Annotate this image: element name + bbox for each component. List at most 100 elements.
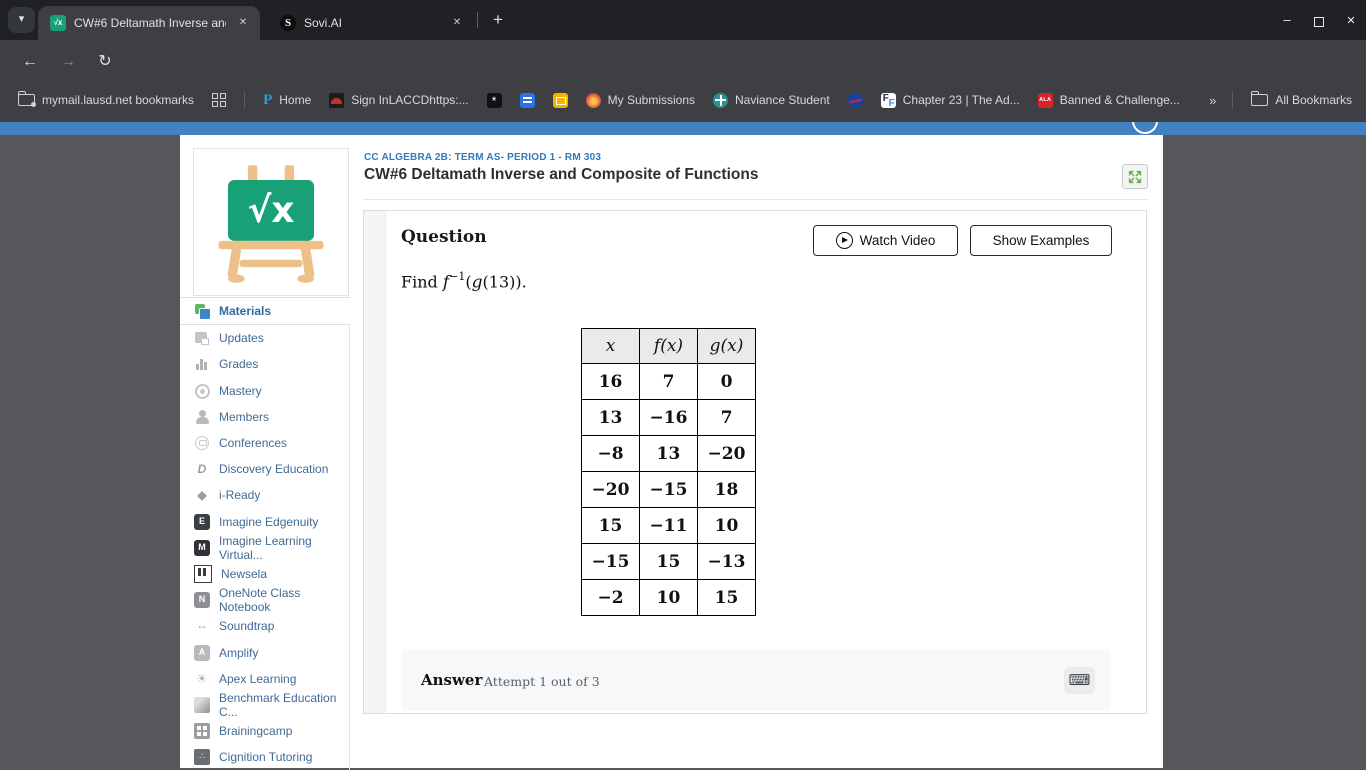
updates-icon <box>194 330 210 346</box>
course-logo-card[interactable]: √x <box>193 148 349 296</box>
sidebar-item-members[interactable]: Members <box>180 404 349 430</box>
minimize-window-button[interactable] <box>1278 11 1296 29</box>
col-header-fx: f(x) <box>639 328 698 364</box>
sidebar-item-grades[interactable]: Grades <box>180 351 349 377</box>
yellow-slides-icon <box>552 92 568 108</box>
bookmarks-divider <box>1232 92 1234 108</box>
deltamath-question-panel: Question Watch Video Show Examples Find … <box>363 210 1147 714</box>
bookmark-naviance[interactable]: Naviance Student <box>713 92 830 108</box>
folder-icon <box>1250 91 1269 106</box>
table-row: 16 7 0 <box>581 363 756 400</box>
sidebar-item-materials[interactable]: Materials <box>180 297 350 326</box>
reload-button[interactable] <box>93 50 117 74</box>
bookmark-home[interactable]: Home <box>263 92 311 109</box>
tab-deltamath[interactable]: CW#6 Deltamath Inverse and C <box>38 6 260 40</box>
sidebar-item-onenote[interactable]: N OneNote Class Notebook <box>180 586 349 614</box>
back-button[interactable] <box>18 50 42 74</box>
bookmark-icon-only-2[interactable] <box>519 92 535 108</box>
attempt-counter: Attempt 1 out of 3 <box>484 674 600 689</box>
schoology-header-bar <box>0 122 1366 135</box>
onenote-icon: N <box>194 592 210 609</box>
managed-folder-icon <box>17 91 36 107</box>
sidebar-item-imagine-learning-virtual[interactable]: M Imagine Learning Virtual... <box>180 534 349 562</box>
forward-button[interactable] <box>56 50 80 74</box>
avatar[interactable] <box>1132 122 1158 134</box>
members-icon <box>194 409 210 425</box>
chevron-down-icon: ▾ <box>18 13 25 25</box>
bookmark-managed-folder[interactable]: mymail.lausd.net bookmarks <box>17 91 194 107</box>
close-tab-icon[interactable] <box>448 14 466 32</box>
my-submissions-icon <box>585 92 601 108</box>
iready-cube-icon: ◆ <box>197 488 207 503</box>
table-row: −2 10 15 <box>581 579 756 616</box>
bookmarks-overflow-chevron[interactable]: » <box>1209 93 1216 108</box>
soundtrap-icon <box>194 618 210 634</box>
tab-sovi[interactable]: Sovi.AI <box>268 6 474 40</box>
answer-section[interactable]: Answer Attempt 1 out of 3 <box>401 650 1111 711</box>
course-breadcrumb[interactable]: CC ALGEBRA 2B: TERM AS- PERIOD 1 - RM 30… <box>364 152 601 163</box>
bookmark-chapter23[interactable]: Chapter 23 | The Ad... <box>880 92 1020 109</box>
fullscreen-toggle-button[interactable] <box>1122 164 1148 189</box>
ef-book-icon <box>880 92 896 109</box>
sidebar-item-soundtrap[interactable]: Soundtrap <box>180 613 349 639</box>
bookmark-icon-only-1[interactable] <box>486 92 502 108</box>
cignition-icon <box>194 749 210 766</box>
screen: { "browser": { "tabs": [ {"title": "CW#6… <box>0 0 1366 770</box>
restore-window-button[interactable] <box>1310 11 1328 29</box>
lms-page: √x Materials Updates Grades Mastery Memb… <box>180 135 1163 770</box>
conferences-icon <box>194 435 210 451</box>
tab-divider <box>477 12 478 28</box>
sidebar-item-cignition-tutoring[interactable]: Cignition Tutoring <box>180 744 349 770</box>
table-header-row: x f(x) g(x) <box>581 328 756 364</box>
new-tab-button[interactable] <box>486 8 510 32</box>
sidebar-item-benchmark-education[interactable]: Benchmark Education C... <box>180 691 349 719</box>
tab-search-button[interactable]: ▾ <box>8 7 35 33</box>
sidebar-item-mastery[interactable]: Mastery <box>180 378 349 404</box>
browser-toolbar: lms.lausd.net/external_tool/3388335874/l… <box>0 40 1366 118</box>
powerschool-icon <box>263 92 272 109</box>
bookmark-icon-only-3[interactable] <box>552 92 568 108</box>
bookmark-laccd-signin[interactable]: Sign InLACCDhttps:... <box>329 92 469 108</box>
sidebar-item-newsela[interactable]: Newsela <box>180 561 349 587</box>
sidebar-item-conferences[interactable]: Conferences <box>180 430 349 456</box>
tab-strip: ▾ CW#6 Deltamath Inverse and C Sovi.AI <box>0 0 1366 40</box>
watch-video-button[interactable]: Watch Video <box>813 225 958 256</box>
bookmark-apps-grid[interactable] <box>212 93 227 107</box>
bookmark-banned-challenged[interactable]: Banned & Challenge... <box>1037 92 1180 108</box>
play-circle-icon <box>835 232 853 249</box>
question-heading: Question <box>401 227 487 247</box>
imagine-learning-icon: M <box>194 539 210 556</box>
bookmarks-divider <box>244 92 246 108</box>
course-sidebar-menu: Materials Updates Grades Mastery Members… <box>180 297 350 770</box>
close-window-button[interactable] <box>1342 11 1360 29</box>
sidebar-item-amplify[interactable]: A Amplify <box>180 639 349 665</box>
table-row: −8 13 −20 <box>581 435 756 472</box>
apex-learning-icon <box>194 671 210 687</box>
materials-icon <box>194 303 211 321</box>
sidebar-item-apex-learning[interactable]: Apex Learning <box>180 666 349 692</box>
bookmark-nasa[interactable] <box>847 92 863 108</box>
close-tab-icon[interactable] <box>234 14 252 32</box>
panel-left-rail <box>364 211 386 713</box>
sidebar-item-imagine-edgenuity[interactable]: E Imagine Edgenuity <box>180 509 349 535</box>
edgenuity-icon: E <box>194 513 210 530</box>
show-examples-button[interactable]: Show Examples <box>970 225 1112 256</box>
sidebar-item-brainingcamp[interactable]: Brainingcamp <box>180 718 349 744</box>
nasa-icon <box>847 92 863 108</box>
sidebar-item-updates[interactable]: Updates <box>180 325 349 351</box>
keyboard-icon[interactable] <box>1064 667 1095 694</box>
deltamath-favicon-icon <box>50 15 66 31</box>
table-row: 15 −11 10 <box>581 507 756 544</box>
tab-title: CW#6 Deltamath Inverse and C <box>74 16 226 30</box>
ala-icon <box>1037 92 1053 108</box>
deltamath-easel-logo: √x <box>218 165 324 283</box>
sidebar-item-iready[interactable]: ◆ i-Ready <box>180 482 349 508</box>
function-values-table: x f(x) g(x) 16 7 0 13 −16 7 −8 13 −20 −20 −15 18… <box>581 328 756 616</box>
bookmark-my-submissions[interactable]: My Submissions <box>585 92 695 108</box>
table-row: 13 −16 7 <box>581 399 756 436</box>
svg-text:√x: √x <box>248 190 295 231</box>
restore-icon <box>1314 14 1327 27</box>
mastery-icon <box>194 383 210 399</box>
sidebar-item-discovery-education[interactable]: D Discovery Education <box>180 456 349 482</box>
all-bookmarks-button[interactable]: All Bookmarks <box>1250 91 1352 107</box>
